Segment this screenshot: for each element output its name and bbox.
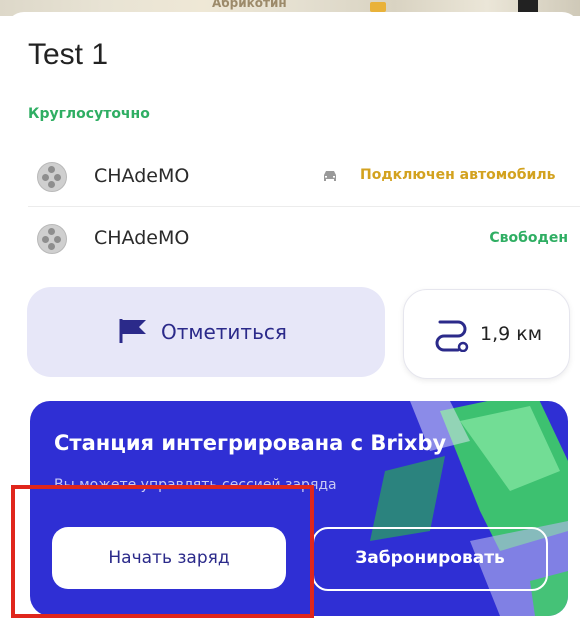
- car-icon: [324, 171, 336, 181]
- plug-icon: [37, 224, 67, 254]
- highlight-annotation: [11, 485, 314, 618]
- map-marker: [370, 2, 386, 12]
- map-street-label: Абрикотин: [212, 0, 287, 10]
- station-title: Test 1: [28, 38, 109, 71]
- connector-status: Подключен автомобиль: [360, 167, 556, 183]
- map-marker-dark: [518, 0, 538, 12]
- distance-value: 1,9 км: [480, 323, 543, 345]
- checkin-button[interactable]: Отметиться: [27, 287, 385, 377]
- flag-icon: [119, 319, 146, 343]
- connector-row[interactable]: CHAdeMO Свободен: [0, 208, 580, 268]
- plug-icon: [37, 162, 67, 192]
- promo-title: Станция интегрирована с Brixby: [54, 431, 447, 455]
- connector-name: CHAdeMO: [94, 227, 190, 249]
- connector-status: Свободен: [489, 230, 568, 246]
- connector-name: CHAdeMO: [94, 165, 190, 187]
- book-label: Забронировать: [355, 548, 505, 568]
- route-button[interactable]: 1,9 км: [403, 289, 570, 379]
- connector-row[interactable]: CHAdeMO Подключен автомобиль: [0, 146, 580, 206]
- book-button[interactable]: Забронировать: [312, 527, 548, 591]
- divider: [28, 206, 580, 207]
- working-hours: Круглосуточно: [28, 106, 150, 122]
- route-icon: [435, 320, 469, 352]
- checkin-label: Отметиться: [161, 320, 287, 344]
